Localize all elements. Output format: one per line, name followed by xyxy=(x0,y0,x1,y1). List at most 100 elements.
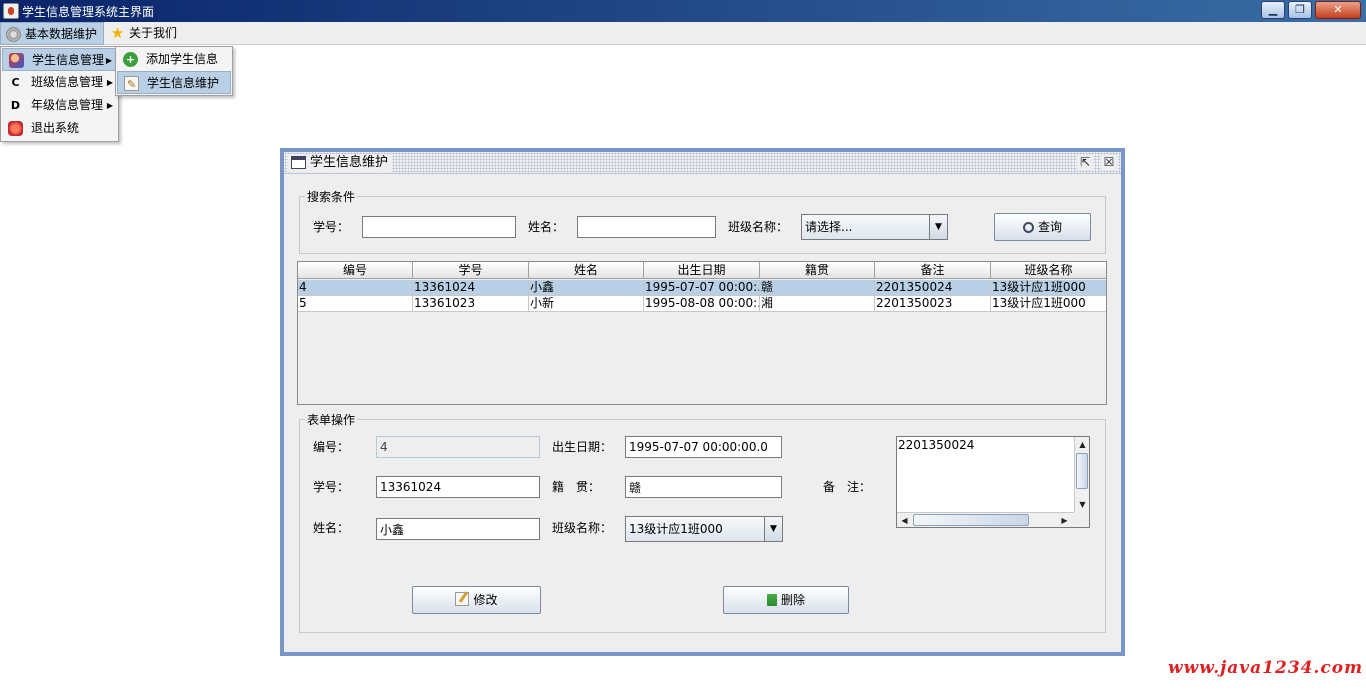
student-table: 编号 学号 姓名 出生日期 籍贯 备注 班级名称 4 13361024 小鑫 1… xyxy=(297,261,1107,405)
gear-icon xyxy=(6,27,21,42)
form-student-no-field[interactable] xyxy=(376,476,540,498)
memo-text: 2201350024 xyxy=(898,438,975,452)
restore-icon[interactable]: ⇱ xyxy=(1077,155,1093,170)
menubar: 基本数据维护 ★ 关于我们 xyxy=(0,22,1366,45)
minimize-button[interactable]: ▁ xyxy=(1261,1,1285,19)
chevron-down-icon[interactable]: ▼ xyxy=(929,215,947,239)
horizontal-scroll-thumb[interactable] xyxy=(913,514,1029,526)
column-header-birth[interactable]: 出生日期 xyxy=(644,262,760,279)
delete-button[interactable]: 删除 xyxy=(723,586,849,614)
memo-textarea[interactable]: 2201350024 ▲ ▼ ◀ ▶ xyxy=(896,436,1090,528)
java-app-icon xyxy=(3,3,19,19)
menu-about-label: 关于我们 xyxy=(129,26,178,40)
table-cell: 小鑫 xyxy=(529,280,644,295)
form-class-selected: 13级计应1班000 xyxy=(629,522,723,536)
search-class-label: 班级名称： xyxy=(728,220,789,234)
table-cell: 13361023 xyxy=(413,296,529,311)
form-memo-label: 备 注： xyxy=(823,480,872,494)
search-icon xyxy=(1022,222,1034,233)
menu-item-student-maintenance-label: 学生信息维护 xyxy=(147,76,220,90)
watermark: www.java1234.com xyxy=(1168,658,1364,678)
menu-item-grade-management[interactable]: D 年级信息管理 ▶ xyxy=(2,94,117,117)
frame-titlebar[interactable]: 学生信息维护 ⇱ ☒ xyxy=(284,152,1121,174)
search-student-no-label: 学号： xyxy=(313,220,350,234)
table-row[interactable]: 4 13361024 小鑫 1995-07-07 00:00:... 赣 220… xyxy=(298,280,1106,296)
form-name-field[interactable] xyxy=(376,518,540,540)
search-class-select[interactable]: 请选择... ▼ xyxy=(801,214,948,240)
menu-basic-data[interactable]: 基本数据维护 xyxy=(0,22,104,45)
form-name-label: 姓名： xyxy=(313,521,350,535)
table-cell: 13361024 xyxy=(413,280,529,295)
vertical-scroll-thumb[interactable] xyxy=(1076,453,1088,489)
submenu-arrow-icon: ▶ xyxy=(106,78,113,87)
menu-item-class-management-label: 班级信息管理 xyxy=(31,75,104,89)
scroll-right-icon[interactable]: ▶ xyxy=(1057,513,1072,528)
form-native-field[interactable] xyxy=(625,476,782,498)
close-button[interactable]: ✕ xyxy=(1315,1,1361,19)
basic-data-dropdown: 学生信息管理 ▶ C 班级信息管理 ▶ D 年级信息管理 ▶ 退出系统 xyxy=(0,46,119,142)
menu-item-student-management-label: 学生信息管理 xyxy=(32,53,105,67)
table-cell: 湘 xyxy=(760,296,875,311)
column-header-memo[interactable]: 备注 xyxy=(875,262,991,279)
menu-item-add-student-label: 添加学生信息 xyxy=(146,52,219,66)
modify-button-label: 修改 xyxy=(473,593,498,607)
table-row[interactable]: 5 13361023 小新 1995-08-08 00:00:... 湘 220… xyxy=(298,296,1106,312)
vertical-scrollbar[interactable]: ▲ ▼ xyxy=(1074,437,1089,513)
column-header-id[interactable]: 编号 xyxy=(298,262,413,279)
plus-icon: + xyxy=(123,52,138,67)
main-titlebar: 学生信息管理系统主界面 ▁ ❐ ✕ xyxy=(0,0,1366,22)
submenu-arrow-icon: ▶ xyxy=(106,101,113,110)
delete-button-label: 删除 xyxy=(780,593,805,607)
student-submenu: + 添加学生信息 ✎ 学生信息维护 xyxy=(115,46,233,96)
star-icon: ★ xyxy=(110,24,125,42)
chevron-down-icon[interactable]: ▼ xyxy=(764,517,782,541)
form-id-label: 编号： xyxy=(313,440,350,454)
letter-c-icon: C xyxy=(11,76,20,89)
submenu-arrow-icon: ▶ xyxy=(105,56,112,65)
search-name-label: 姓名： xyxy=(528,220,565,234)
form-class-label: 班级名称： xyxy=(552,521,613,535)
table-cell: 1995-08-08 00:00:... xyxy=(645,296,760,311)
exit-icon xyxy=(8,121,23,136)
scroll-left-icon[interactable]: ◀ xyxy=(897,513,912,528)
modify-button[interactable]: 修改 xyxy=(412,586,541,614)
window-icon xyxy=(291,156,306,169)
menu-item-student-management[interactable]: 学生信息管理 ▶ xyxy=(2,48,117,71)
table-cell: 5 xyxy=(298,296,413,311)
query-button-label: 查询 xyxy=(1037,220,1062,234)
form-birth-label: 出生日期： xyxy=(552,440,613,454)
search-legend: 搜索条件 xyxy=(307,190,356,204)
scroll-corner xyxy=(1074,512,1089,527)
window-title: 学生信息管理系统主界面 xyxy=(22,5,155,19)
horizontal-scrollbar[interactable]: ◀ ▶ xyxy=(897,512,1074,527)
menu-item-add-student[interactable]: + 添加学生信息 xyxy=(117,48,231,71)
column-header-native[interactable]: 籍贯 xyxy=(760,262,875,279)
search-student-no-input[interactable] xyxy=(362,216,516,238)
form-class-select[interactable]: 13级计应1班000 ▼ xyxy=(625,516,783,542)
table-cell: 1995-07-07 00:00:... xyxy=(645,280,760,295)
maximize-button[interactable]: ❐ xyxy=(1288,1,1312,19)
column-header-name[interactable]: 姓名 xyxy=(529,262,644,279)
edit-icon: ✎ xyxy=(124,76,139,91)
table-cell: 2201350024 xyxy=(875,280,991,295)
table-cell: 4 xyxy=(298,280,413,295)
form-student-no-label: 学号： xyxy=(313,480,350,494)
scroll-down-icon[interactable]: ▼ xyxy=(1075,497,1090,512)
scroll-up-icon[interactable]: ▲ xyxy=(1075,437,1090,452)
frame-title: 学生信息维护 xyxy=(288,154,393,172)
menu-item-class-management[interactable]: C 班级信息管理 ▶ xyxy=(2,71,117,94)
search-name-input[interactable] xyxy=(577,216,716,238)
table-cell: 2201350023 xyxy=(875,296,991,311)
menu-about[interactable]: ★ 关于我们 xyxy=(105,22,185,45)
menu-item-student-maintenance[interactable]: ✎ 学生信息维护 xyxy=(117,71,231,94)
query-button[interactable]: 查询 xyxy=(994,213,1091,241)
student-icon xyxy=(9,53,24,68)
table-header: 编号 学号 姓名 出生日期 籍贯 备注 班级名称 xyxy=(298,262,1106,279)
menu-item-exit[interactable]: 退出系统 xyxy=(2,117,117,140)
frame-close-icon[interactable]: ☒ xyxy=(1101,155,1117,170)
form-birth-field[interactable] xyxy=(625,436,782,458)
column-header-student-no[interactable]: 学号 xyxy=(413,262,529,279)
form-legend: 表单操作 xyxy=(307,413,356,427)
trash-icon xyxy=(766,594,777,606)
column-header-class[interactable]: 班级名称 xyxy=(991,262,1106,279)
